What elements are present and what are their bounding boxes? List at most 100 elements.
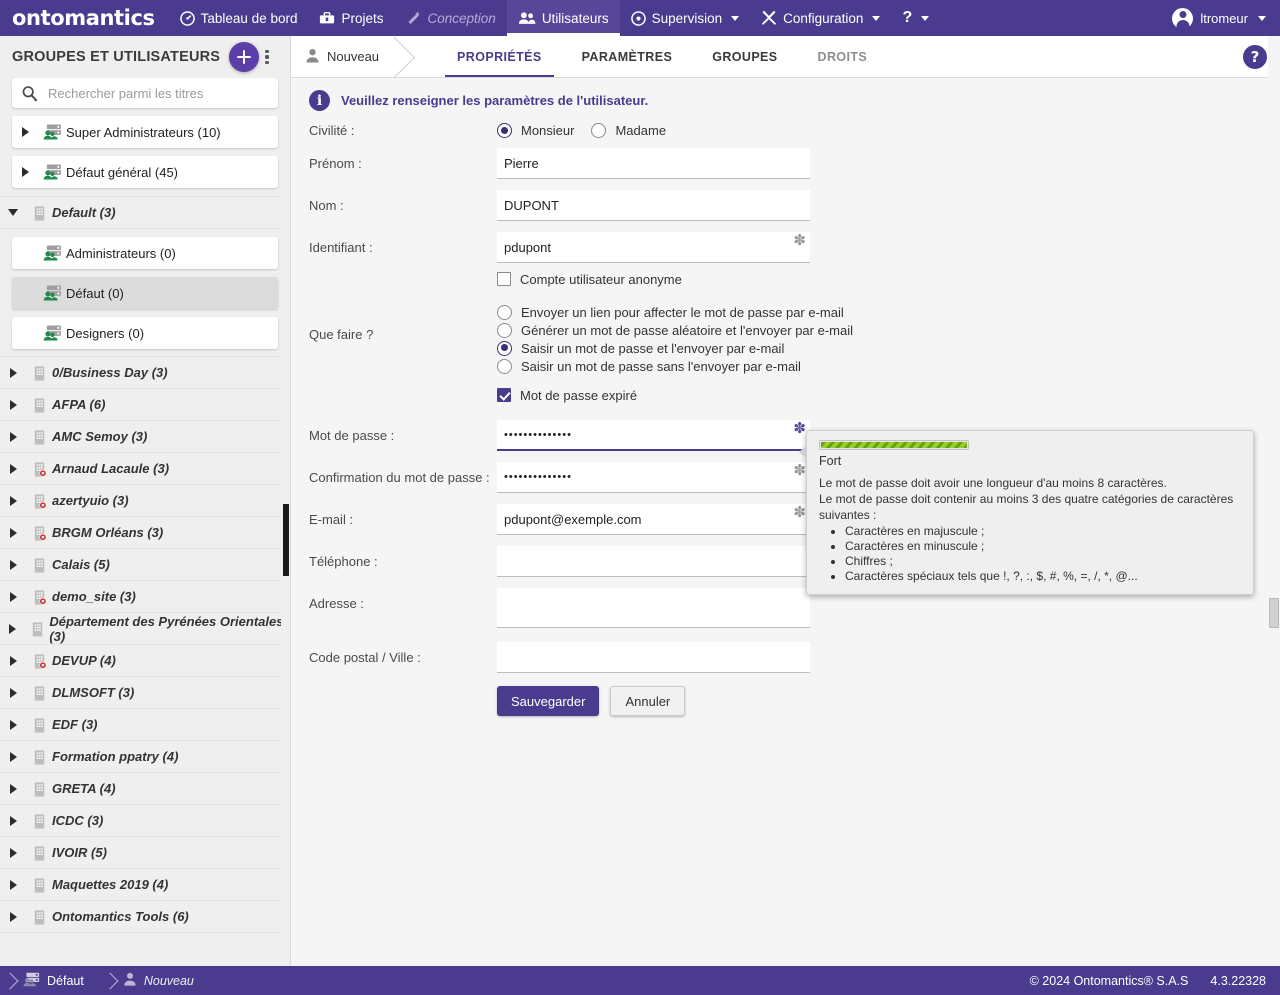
radio-madame[interactable]	[591, 123, 607, 138]
building-icon	[26, 717, 52, 733]
search-icon[interactable]	[12, 85, 46, 102]
sidebar-org-afpa-6[interactable]: AFPA (6)	[0, 388, 290, 421]
sidebar-item-defaut[interactable]: Défaut (0)	[12, 277, 278, 309]
radio-saisir-sans-envoyer[interactable]	[497, 358, 512, 374]
nom-input[interactable]	[497, 190, 810, 221]
sidebar-org-default[interactable]: Default (3)	[0, 196, 290, 229]
sidebar-org-greta-4[interactable]: GRETA (4)	[0, 772, 290, 805]
tools-icon	[761, 10, 777, 26]
sidebar-org-demo-site-3[interactable]: demo_site (3)	[0, 580, 290, 613]
expand-arrow-icon[interactable]	[0, 879, 26, 890]
expand-arrow-icon[interactable]	[0, 687, 26, 698]
expire-checkbox[interactable]	[497, 388, 511, 402]
prenom-input[interactable]	[497, 148, 810, 179]
save-button[interactable]: Sauvegarder	[497, 686, 600, 716]
expand-arrow-icon[interactable]	[0, 783, 26, 794]
identifiant-input[interactable]	[497, 232, 810, 263]
breadcrumb-nouveau[interactable]: Nouveau	[291, 36, 396, 77]
info-icon: i	[309, 90, 330, 111]
sidebar-group-defaut-general[interactable]: Défaut général (45)	[12, 156, 278, 188]
expand-arrow-icon[interactable]	[12, 127, 38, 137]
sidebar-org-azertyuio-3[interactable]: azertyuio (3)	[0, 484, 290, 517]
nav-item-tableau-de-bord[interactable]: Tableau de bord	[169, 0, 309, 36]
add-group-button[interactable]	[229, 42, 260, 72]
info-message-text: Veuillez renseigner les paramètres de l'…	[341, 93, 649, 108]
sidebar-org-brgm-orl-ans-3[interactable]: BRGM Orléans (3)	[0, 516, 290, 549]
sidebar-org-formation-ppatry-4[interactable]: Formation ppatry (4)	[0, 740, 290, 773]
sidebar-org-edf-3[interactable]: EDF (3)	[0, 708, 290, 741]
collapse-arrow-icon[interactable]	[0, 209, 26, 216]
radio-envoyer-lien[interactable]	[497, 304, 512, 320]
sidebar-item-administrateurs[interactable]: Administrateurs (0)	[12, 237, 278, 269]
sidebar-org-calais-5[interactable]: Calais (5)	[0, 548, 290, 581]
nav-label: Configuration	[783, 10, 864, 26]
expand-arrow-icon[interactable]	[0, 463, 26, 474]
sidebar-org-0-business-day-3[interactable]: 0/Business Day (3)	[0, 356, 290, 389]
footer-breadcrumb-nouveau[interactable]: Nouveau	[100, 972, 210, 989]
expand-arrow-icon[interactable]	[0, 559, 26, 570]
expand-arrow-icon[interactable]	[0, 431, 26, 442]
nav-item-utilisateurs[interactable]: Utilisateurs	[506, 0, 620, 36]
expand-arrow-icon[interactable]	[0, 495, 26, 506]
search-input[interactable]	[46, 84, 278, 102]
person-icon	[305, 48, 320, 66]
expand-arrow-icon[interactable]	[0, 591, 26, 602]
expand-arrow-icon[interactable]	[0, 751, 26, 762]
adresse-textarea[interactable]	[497, 588, 810, 628]
nav-item-help[interactable]: ?	[891, 0, 940, 36]
sidebar-scrollbar[interactable]	[281, 36, 290, 966]
password-confirm-input[interactable]	[497, 462, 810, 493]
nav-item-configuration[interactable]: Configuration	[750, 0, 891, 36]
expand-arrow-icon[interactable]	[0, 719, 26, 730]
help-icon[interactable]: ?	[1243, 45, 1267, 69]
footer-breadcrumb-defaut[interactable]: Défaut	[0, 972, 100, 990]
sidebar-group-super-administrateurs[interactable]: Super Administrateurs (10)	[12, 116, 278, 148]
expand-arrow-icon[interactable]	[0, 815, 26, 826]
email-input[interactable]	[497, 504, 810, 535]
main-scrollbar-thumb[interactable]	[1269, 598, 1279, 628]
org-label: Default (3)	[52, 205, 116, 220]
radio-saisir-et-envoyer[interactable]	[497, 340, 512, 356]
nav-item-conception[interactable]: Conception	[395, 0, 507, 36]
sidebar-org-icdc-3[interactable]: ICDC (3)	[0, 804, 290, 837]
telephone-input[interactable]	[497, 546, 810, 577]
sidebar-search[interactable]	[12, 78, 278, 108]
sidebar-org-amc-semoy-3[interactable]: AMC Semoy (3)	[0, 420, 290, 453]
sidebar-org-ivoir-5[interactable]: IVOIR (5)	[0, 836, 290, 869]
sidebar-org-ontomantics-tools-6[interactable]: Ontomantics Tools (6)	[0, 900, 290, 933]
expand-arrow-icon[interactable]	[0, 367, 26, 378]
org-label: GRETA (4)	[52, 781, 116, 796]
radio-generer-aleatoire[interactable]	[497, 322, 512, 338]
radio-monsieur[interactable]	[497, 123, 512, 138]
field-row-civilite: Civilité : Monsieur Madame	[309, 121, 1280, 138]
kebab-menu-icon[interactable]	[260, 49, 280, 65]
sidebar-org-maquettes-2019-4[interactable]: Maquettes 2019 (4)	[0, 868, 290, 901]
expand-arrow-icon[interactable]	[0, 623, 25, 634]
tab-parametres[interactable]: PARAMÈTRES	[562, 36, 693, 77]
tab-groupes[interactable]: GROUPES	[692, 36, 797, 77]
expand-arrow-icon[interactable]	[0, 911, 26, 922]
cancel-button[interactable]: Annuler	[610, 686, 686, 716]
expand-arrow-icon[interactable]	[0, 847, 26, 858]
main-scrollbar[interactable]	[1268, 36, 1280, 966]
password-input[interactable]	[497, 420, 810, 451]
sidebar-org-d-partement-des-pyr-n-es-orientales-3[interactable]: Département des Pyrénées Orientales (3)	[0, 612, 290, 645]
sidebar-org-dlmsoft-3[interactable]: DLMSOFT (3)	[0, 676, 290, 709]
sidebar-item-designers[interactable]: Designers (0)	[12, 317, 278, 349]
user-menu[interactable]: ltromeur	[1164, 7, 1280, 29]
sidebar-org-devup-4[interactable]: DEVUP (4)	[0, 644, 290, 677]
nav-item-projets[interactable]: Projets	[308, 0, 394, 36]
expand-arrow-icon[interactable]	[0, 527, 26, 538]
expand-arrow-icon[interactable]	[0, 655, 26, 666]
anonyme-checkbox[interactable]	[497, 272, 511, 286]
sidebar-org-arnaud-lacaule-3[interactable]: Arnaud Lacaule (3)	[0, 452, 290, 485]
expand-arrow-icon[interactable]	[0, 399, 26, 410]
sidebar-scrollbar-thumb[interactable]	[283, 504, 289, 576]
org-label: AMC Semoy (3)	[52, 429, 148, 444]
tab-proprietes[interactable]: PROPRIÉTÉS	[437, 36, 562, 77]
nav-item-supervision[interactable]: Supervision	[620, 0, 751, 36]
app-logo[interactable]: ontomantics	[0, 6, 169, 30]
tab-droits[interactable]: DROITS	[798, 36, 888, 77]
expand-arrow-icon[interactable]	[12, 167, 38, 177]
code-ville-input[interactable]	[497, 642, 810, 673]
